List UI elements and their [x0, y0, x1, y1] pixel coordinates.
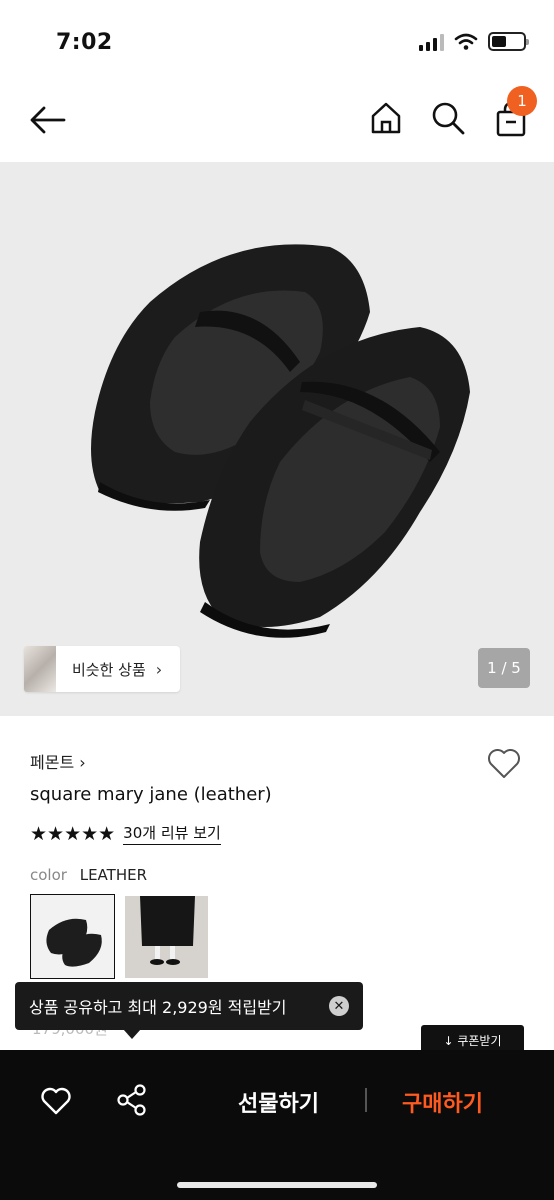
- close-icon[interactable]: ✕: [329, 996, 349, 1016]
- rating-row: ★★★★★ 30개 리뷰 보기: [30, 822, 221, 845]
- share-icon[interactable]: [116, 1084, 148, 1116]
- buy-button[interactable]: 구매하기: [402, 1086, 483, 1118]
- signal-icon: [419, 33, 444, 51]
- divider: [365, 1088, 367, 1112]
- heart-icon[interactable]: [40, 1086, 72, 1116]
- battery-icon: [488, 32, 529, 51]
- bottom-action-bar: 선물하기 구매하기: [0, 1050, 554, 1200]
- cart-count-badge: 1: [507, 86, 537, 116]
- wifi-icon: [454, 33, 478, 50]
- image-pager: 1 / 5: [478, 648, 530, 688]
- product-photo: [91, 244, 470, 638]
- swatch-model-image: [125, 896, 208, 978]
- similar-products-thumbnail: [24, 646, 56, 692]
- similar-products-label: 비슷한 상품: [72, 660, 146, 679]
- back-arrow-icon[interactable]: [28, 102, 68, 138]
- option-label: color: [30, 866, 67, 884]
- share-reward-tooltip: 상품 공유하고 최대 2,929원 적립받기 ✕: [15, 982, 363, 1039]
- gift-button[interactable]: 선물하기: [238, 1086, 319, 1118]
- chevron-right-icon: ›: [155, 659, 163, 679]
- color-swatch-lookbook[interactable]: [125, 896, 208, 978]
- brand-link[interactable]: 페몬트 ›: [30, 749, 86, 773]
- color-swatch-leather[interactable]: [30, 894, 115, 979]
- review-link[interactable]: 30개 리뷰 보기: [123, 822, 221, 845]
- product-title: square mary jane (leather): [30, 784, 272, 805]
- status-icons: [419, 32, 529, 51]
- product-image-carousel[interactable]: 비슷한 상품 › 1 / 5: [0, 162, 554, 716]
- top-nav: 1: [0, 80, 554, 162]
- star-rating-icon: ★★★★★: [30, 822, 116, 845]
- similar-products-button[interactable]: 비슷한 상품 ›: [24, 646, 181, 692]
- tooltip-text: 상품 공유하고 최대 2,929원 적립받기: [29, 998, 287, 1017]
- status-bar: 7:02: [0, 0, 554, 80]
- home-indicator: [177, 1182, 377, 1188]
- option-row: color LEATHER: [30, 866, 147, 884]
- home-icon[interactable]: [368, 100, 404, 136]
- heart-icon[interactable]: [486, 746, 522, 780]
- status-time: 7:02: [56, 30, 113, 55]
- option-value: LEATHER: [79, 866, 147, 884]
- search-icon[interactable]: [430, 100, 466, 136]
- swatch-shoe-image: [31, 895, 114, 978]
